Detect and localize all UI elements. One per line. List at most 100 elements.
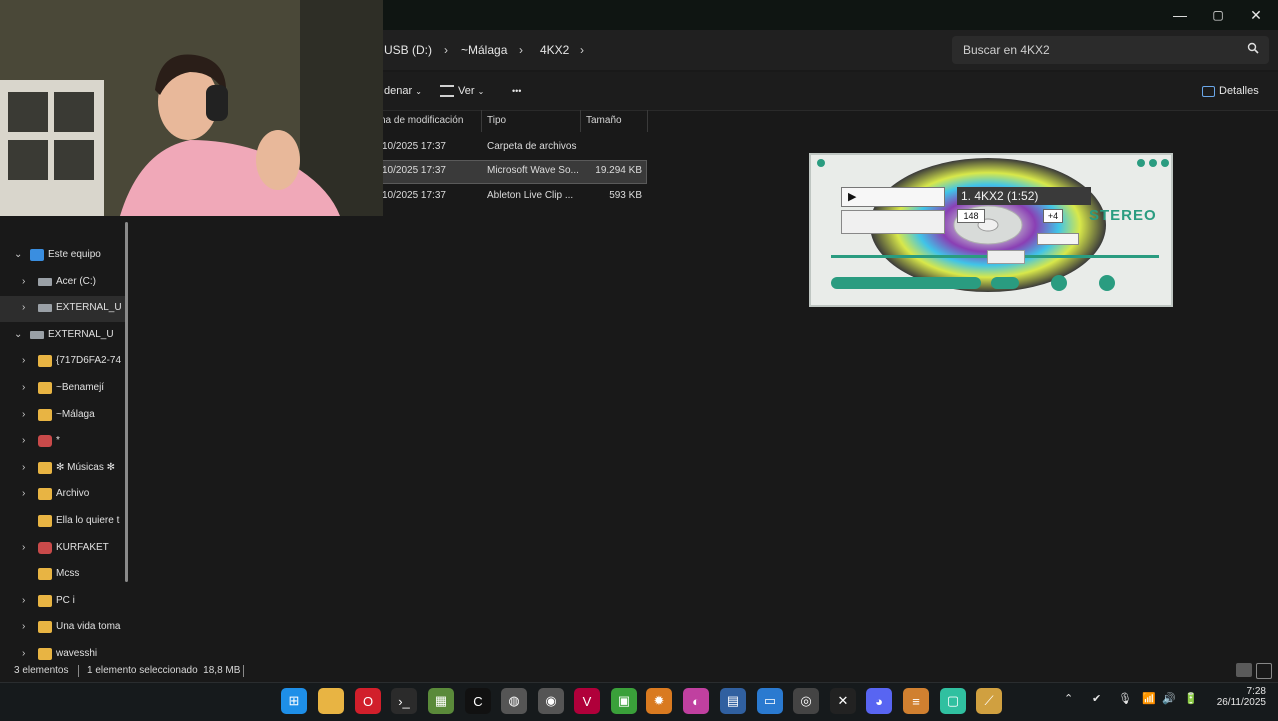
player-minimize-button[interactable]	[1137, 159, 1145, 167]
view-button[interactable]: Ver ⌄	[440, 82, 484, 100]
app-gear-icon[interactable]: ◉	[538, 688, 564, 714]
chevron-right-icon[interactable]: ›	[22, 355, 25, 366]
sidebar-scrollbar[interactable]	[125, 222, 128, 582]
details-pane-icon	[1202, 85, 1215, 97]
start-icon[interactable]: ⊞	[281, 688, 307, 714]
chevron-right-icon[interactable]: ›	[22, 409, 25, 420]
shuffle-button[interactable]	[1051, 275, 1067, 291]
details-button[interactable]: Detalles	[1202, 82, 1259, 100]
sidebar-item-external-usb[interactable]: ⌄ EXTERNAL_USB	[0, 323, 125, 349]
burger-icon[interactable]: ≡	[903, 688, 929, 714]
app-jar-icon[interactable]: ◍	[501, 688, 527, 714]
file-explorer-icon[interactable]	[318, 688, 344, 714]
minecraft-icon[interactable]: ▦	[428, 688, 454, 714]
microphone-icon[interactable]: 🎙	[1118, 692, 1132, 705]
terminal-icon[interactable]: ›_	[391, 688, 417, 714]
minimize-button[interactable]: —	[1160, 0, 1200, 30]
sidebar-item-label: Mcss	[56, 568, 80, 580]
chevron-right-icon[interactable]: ›	[22, 382, 25, 393]
column-type[interactable]: Tipo	[487, 112, 506, 130]
sidebar-item-717d6fa2-74[interactable]: › {717D6FA2-74	[0, 349, 125, 375]
app-v-icon[interactable]: V	[574, 688, 600, 714]
chevron-right-icon[interactable]: ›	[22, 302, 25, 313]
large-icons-view-toggle[interactable]	[1256, 663, 1272, 679]
breadcrumb-separator[interactable]: ›	[580, 38, 584, 62]
column-size[interactable]: Tamaño	[586, 112, 622, 130]
play-icon[interactable]: ▶	[848, 190, 856, 203]
sidebar-item-m-laga[interactable]: › ~Málaga	[0, 403, 125, 429]
wifi-icon[interactable]: 📶	[1142, 692, 1156, 705]
discord-icon[interactable]: ◕	[866, 688, 892, 714]
volume-icon[interactable]: 🔊	[1162, 692, 1176, 705]
mode-button[interactable]	[991, 277, 1019, 289]
seek-bar-thumb[interactable]	[987, 250, 1025, 264]
column-divider[interactable]	[580, 110, 581, 132]
column-modified[interactable]: na de modificación	[380, 112, 463, 130]
player-shade-button[interactable]	[1149, 159, 1157, 167]
sidebar-item-kurfaket[interactable]: › KURFAKET	[0, 536, 125, 562]
breadcrumb-4kx2[interactable]: 4KX2	[540, 38, 569, 62]
sidebar-item-ella-lo-quiere-t[interactable]: Ella lo quiere t	[0, 509, 125, 535]
sidebar-item-pc-i[interactable]: › PC i	[0, 589, 125, 615]
tray-icon[interactable]: ✔	[1092, 692, 1101, 705]
creeper-icon[interactable]: ▣	[611, 688, 637, 714]
file-row-selected[interactable]: 10/2025 17:37 Microsoft Wave So... 19.29…	[377, 160, 647, 184]
chevron-up-icon[interactable]: ⌃	[1064, 692, 1073, 705]
player-menu-button[interactable]	[817, 159, 825, 167]
eject-button[interactable]	[1099, 275, 1115, 291]
sidebar-item-m-sicas[interactable]: › ✻ Músicas ✻	[0, 456, 125, 482]
obs-icon[interactable]: ◎	[793, 688, 819, 714]
sort-button[interactable]: denar ⌄	[384, 82, 422, 100]
chevron-right-icon[interactable]: ›	[22, 276, 25, 287]
sidebar-item-external-usb[interactable]: › EXTERNAL_USB	[0, 296, 125, 323]
preset-buttons[interactable]	[831, 277, 981, 289]
battery-icon[interactable]: 🔋	[1184, 692, 1198, 705]
chevron-right-icon[interactable]: ›	[22, 488, 25, 499]
chevron-down-icon[interactable]: ⌄	[14, 249, 22, 260]
sidebar-item-una-vida-toma[interactable]: › Una vida toma	[0, 615, 125, 641]
file-type: Carpeta de archivos	[487, 141, 577, 152]
app-last-icon[interactable]: ⟋	[976, 688, 1002, 714]
chevron-right-icon[interactable]: ›	[22, 621, 25, 632]
app-c-icon[interactable]: C	[465, 688, 491, 714]
app-green-icon[interactable]: ▢	[940, 688, 966, 714]
sidebar-item-archivo[interactable]: › Archivo	[0, 482, 125, 508]
maximize-button[interactable]: ▢	[1198, 0, 1238, 30]
breadcrumb-separator[interactable]: ›	[444, 38, 448, 62]
details-view-toggle[interactable]	[1236, 663, 1252, 677]
capcut-icon[interactable]: ✕	[830, 688, 856, 714]
sidebar-item-benamej[interactable]: › ~Benamejí	[0, 376, 125, 402]
chevron-right-icon[interactable]: ›	[22, 648, 25, 659]
player-close-button[interactable]	[1161, 159, 1169, 167]
app-tile-icon[interactable]: ▤	[720, 688, 746, 714]
window-icon[interactable]: ▭	[757, 688, 783, 714]
sidebar-item-mcss[interactable]: Mcss	[0, 562, 125, 588]
volume-slider[interactable]	[1037, 233, 1079, 245]
settings-icon[interactable]: ✹	[646, 688, 672, 714]
chevron-right-icon[interactable]: ›	[22, 462, 25, 473]
file-row[interactable]: 10/2025 17:37 Ableton Live Clip ... 593 …	[378, 186, 646, 208]
chevron-right-icon[interactable]: ›	[22, 595, 25, 606]
search-icon[interactable]	[1247, 42, 1259, 57]
close-button[interactable]: ✕	[1236, 0, 1276, 30]
column-divider[interactable]	[481, 110, 482, 132]
more-options-button[interactable]: •••	[512, 82, 521, 100]
chevron-right-icon[interactable]: ›	[22, 542, 25, 553]
search-input[interactable]: Buscar en 4KX2	[952, 36, 1269, 64]
file-row[interactable]: 10/2025 17:37 Carpeta de archivos	[378, 137, 646, 159]
chevron-right-icon[interactable]: ›	[22, 435, 25, 446]
transport-controls[interactable]: ▶	[841, 187, 945, 207]
breadcrumb-separator[interactable]: ›	[519, 38, 523, 62]
color-icon[interactable]: ◐	[683, 688, 709, 714]
sidebar-item-label: Ella lo quiere t	[56, 515, 120, 526]
sidebar-item-este-equipo[interactable]: ⌄ Este equipo	[0, 243, 125, 269]
breadcrumb-usb[interactable]: USB (D:)	[384, 38, 432, 62]
chevron-down-icon[interactable]: ⌄	[14, 329, 22, 340]
sidebar-item-acer-c[interactable]: › Acer (C:)	[0, 270, 125, 296]
column-divider[interactable]	[647, 110, 648, 132]
sidebar-item-item[interactable]: › *	[0, 429, 125, 455]
taskbar-clock[interactable]: 7:28 26/11/2025	[1206, 686, 1266, 708]
media-player-window[interactable]: ▶ 1. 4KX2 (1:52) 148 +4 STEREO	[809, 153, 1173, 307]
opera-icon[interactable]: O	[355, 688, 381, 714]
breadcrumb-malaga[interactable]: ~Málaga	[461, 38, 507, 62]
